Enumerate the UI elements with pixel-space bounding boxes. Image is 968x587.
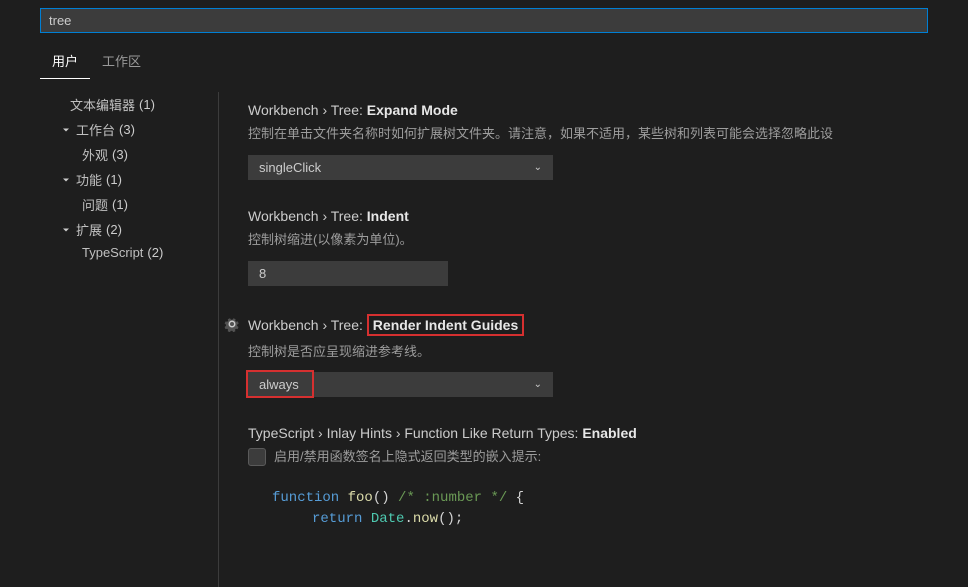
code-example: function foo() /* :number */ { return Da… [248,488,948,530]
tab-user[interactable]: 用户 [40,45,90,79]
sidebar-item-problems[interactable]: 问题 (1) [40,192,209,217]
setting-indent: Workbench › Tree: Indent 控制树缩进(以像素为单位)。 [210,198,968,304]
sidebar-item-count: (3) [112,147,128,162]
sidebar-item-extensions[interactable]: 扩展 (2) [40,217,209,242]
setting-function-return-types: TypeScript › Inlay Hints › Function Like… [210,415,968,548]
sidebar-item-count: (2) [147,245,163,260]
settings-scope-tabs: 用户 工作区 [0,33,968,80]
settings-content: Workbench › Tree: Expand Mode 控制在单击文件夹名称… [210,80,968,587]
sidebar-item-count: (1) [139,97,155,112]
settings-category-sidebar: 文本编辑器 (1) 工作台 (3) 外观 (3) 功能 (1) 问题 (1) 扩… [0,80,210,587]
sidebar-item-label: 外观 [82,145,108,164]
chevron-down-icon: ⌄ [534,162,542,173]
setting-description: 启用/禁用函数签名上隐式返回类型的嵌入提示: [274,447,541,468]
setting-title: Indent [367,208,409,224]
sidebar-item-label: 功能 [76,170,102,189]
setting-header: Workbench › Tree: Render Indent Guides [248,314,948,336]
sidebar-item-appearance[interactable]: 外观 (3) [40,142,209,167]
sidebar-item-label: 文本编辑器 [70,95,135,114]
enabled-checkbox[interactable] [248,448,266,466]
setting-header: TypeScript › Inlay Hints › Function Like… [248,425,948,441]
chevron-down-icon [60,174,72,186]
select-value: always [259,377,299,392]
setting-expand-mode: Workbench › Tree: Expand Mode 控制在单击文件夹名称… [210,92,968,198]
setting-header: Workbench › Tree: Expand Mode [248,102,948,118]
sidebar-item-count: (1) [112,197,128,212]
setting-path: Workbench › Tree: [248,208,367,224]
sidebar-item-label: TypeScript [82,245,143,260]
setting-path: Workbench › Tree: [248,102,367,118]
chevron-down-icon [60,224,72,236]
sidebar-item-count: (2) [106,222,122,237]
setting-description: 控制在单击文件夹名称时如何扩展树文件夹。请注意，如果不适用，某些树和列表可能会选… [248,124,948,145]
setting-title: Enabled [582,425,636,441]
sidebar-item-count: (1) [106,172,122,187]
setting-render-indent-guides: Workbench › Tree: Render Indent Guides 控… [210,304,968,416]
sidebar-item-features[interactable]: 功能 (1) [40,167,209,192]
gear-icon[interactable] [224,316,240,332]
sidebar-item-label: 问题 [82,195,108,214]
select-value: singleClick [259,160,321,175]
expand-mode-select[interactable]: singleClick ⌄ [248,155,553,180]
sidebar-item-workbench[interactable]: 工作台 (3) [40,117,209,142]
sidebar-item-label: 扩展 [76,220,102,239]
chevron-down-icon [60,124,72,136]
render-indent-guides-select[interactable]: always ⌄ [248,372,553,397]
setting-path: Workbench › Tree: [248,317,367,333]
setting-title: Expand Mode [367,102,458,118]
indent-input[interactable] [248,261,448,286]
sidebar-item-label: 工作台 [76,120,115,139]
sidebar-item-text-editor[interactable]: 文本编辑器 (1) [40,92,209,117]
tab-workspace[interactable]: 工作区 [90,45,153,79]
setting-description: 控制树是否应呈现缩进参考线。 [248,342,948,363]
setting-title: Render Indent Guides [373,317,518,333]
setting-header: Workbench › Tree: Indent [248,208,948,224]
chevron-down-icon: ⌄ [534,379,542,390]
setting-description: 控制树缩进(以像素为单位)。 [248,230,948,251]
sidebar-item-typescript[interactable]: TypeScript (2) [40,242,209,263]
sidebar-item-count: (3) [119,122,135,137]
settings-search-input[interactable] [40,8,928,33]
setting-path: TypeScript › Inlay Hints › Function Like… [248,425,582,441]
